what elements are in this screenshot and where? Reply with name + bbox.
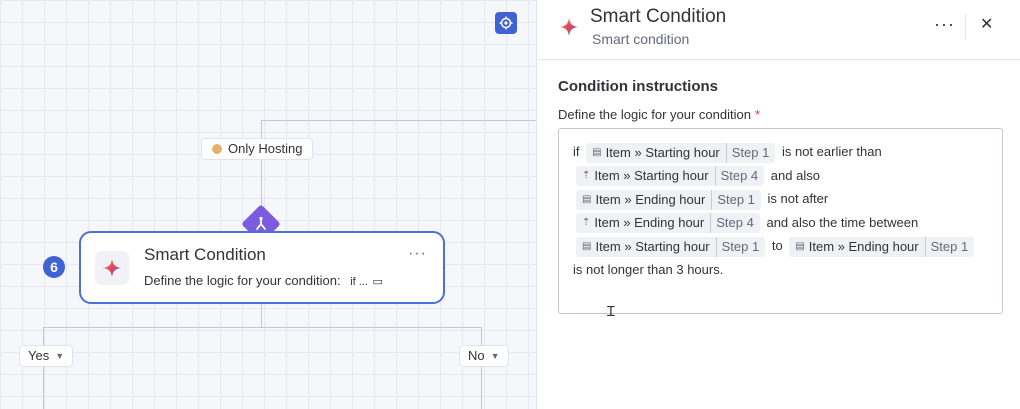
logic-text: if: [573, 144, 580, 159]
panel-subtitle: Smart condition: [592, 31, 690, 47]
connector-line: [261, 304, 262, 327]
logic-text: and also: [770, 167, 820, 183]
node-preview: if ...: [350, 276, 368, 288]
chip-label: Item » Ending hour: [594, 215, 705, 231]
section-title: Condition instructions: [558, 78, 718, 95]
connector-line: [261, 120, 262, 212]
required-mark: *: [754, 107, 761, 122]
node-description-text: Define the logic for your condition:: [144, 273, 341, 288]
connector-line: [43, 327, 481, 328]
logic-text: is not after: [767, 191, 829, 207]
branch-yes-tag[interactable]: Yes ▼: [19, 345, 74, 367]
branch-no-label: No: [468, 348, 485, 363]
board-icon: ▤: [795, 240, 805, 252]
close-icon[interactable]: ✕: [980, 14, 993, 34]
header-divider: [965, 14, 966, 40]
column-chip[interactable]: ▤ Item » Ending hour Step 1: [576, 189, 761, 210]
upload-icon: ⇡: [582, 217, 591, 229]
logic-text: is not earlier than: [781, 144, 882, 159]
text-cursor-icon: Ɪ: [607, 304, 615, 320]
filter-tag-label: Only Hosting: [228, 141, 303, 156]
panel-header: Smart Condition Smart condition ··· ✕: [537, 0, 1020, 60]
connector-line: [261, 120, 536, 121]
column-chip[interactable]: ▤ Item » Starting hour Step 1: [576, 236, 766, 257]
column-chip[interactable]: ▤ Item » Ending hour Step 1: [789, 236, 975, 257]
field-label: Define the logic for your condition *: [558, 107, 760, 122]
smart-condition-node[interactable]: Smart Condition Define the logic for you…: [79, 231, 445, 304]
column-chip[interactable]: ▤ Item » Starting hour Step 1: [586, 142, 776, 163]
workflow-canvas[interactable]: Only Hosting 6 Smart Condition Define th…: [0, 0, 536, 409]
board-icon: ▤: [592, 146, 602, 158]
more-dots-icon[interactable]: ···: [934, 14, 955, 35]
chip-step: Step 4: [714, 166, 758, 187]
item-icon: ▭: [372, 276, 383, 288]
branch-no-tag[interactable]: No ▼: [459, 345, 509, 367]
column-chip[interactable]: ⇡ Item » Starting hour Step 4: [576, 166, 765, 187]
chip-step: Step 1: [715, 236, 759, 257]
recenter-button[interactable]: [495, 12, 517, 34]
chip-label: Item » Starting hour: [594, 168, 709, 184]
board-icon: ▤: [582, 240, 592, 252]
sparkle-icon: [95, 251, 129, 285]
node-title: Smart Condition: [144, 245, 266, 264]
upload-icon: ⇡: [582, 170, 591, 182]
field-label-text: Define the logic for your condition: [558, 107, 751, 122]
step-number-badge: 6: [43, 256, 65, 278]
logic-text: to: [771, 238, 783, 254]
panel-title: Smart Condition: [590, 6, 727, 27]
filter-tag[interactable]: Only Hosting: [201, 138, 314, 160]
chip-label: Item » Ending hour: [808, 238, 919, 254]
column-chip[interactable]: ⇡ Item » Ending hour Step 4: [576, 213, 760, 234]
chip-label: Item » Ending hour: [595, 191, 706, 207]
chip-step: Step 1: [725, 142, 769, 163]
sparkle-icon: [559, 17, 579, 42]
logic-text: is not longer than 3 hours.: [573, 261, 724, 277]
chip-step: Step 1: [924, 236, 968, 257]
target-icon: [499, 16, 513, 30]
board-icon: ▤: [582, 193, 592, 205]
condition-logic-editor[interactable]: if ▤ Item » Starting hour Step 1 is not ea…: [558, 128, 1003, 314]
chip-step: Step 1: [711, 189, 755, 210]
branch-icon: [256, 216, 266, 230]
branch-yes-label: Yes: [28, 348, 50, 363]
connector-line: [43, 327, 44, 409]
chevron-down-icon: ▼: [490, 351, 500, 361]
chip-label: Item » Starting hour: [605, 144, 720, 160]
status-dot: [212, 144, 222, 154]
chip-step: Step 4: [710, 213, 754, 234]
connector-line: [481, 327, 482, 409]
logic-text: and also the time between: [766, 214, 919, 230]
chevron-down-icon: ▼: [55, 351, 65, 361]
node-description: Define the logic for your condition: if …: [144, 273, 383, 288]
condition-side-panel: Smart Condition Smart condition ··· ✕ Co…: [536, 0, 1020, 409]
chip-label: Item » Starting hour: [595, 238, 710, 254]
more-dots-icon[interactable]: ···: [408, 245, 427, 263]
